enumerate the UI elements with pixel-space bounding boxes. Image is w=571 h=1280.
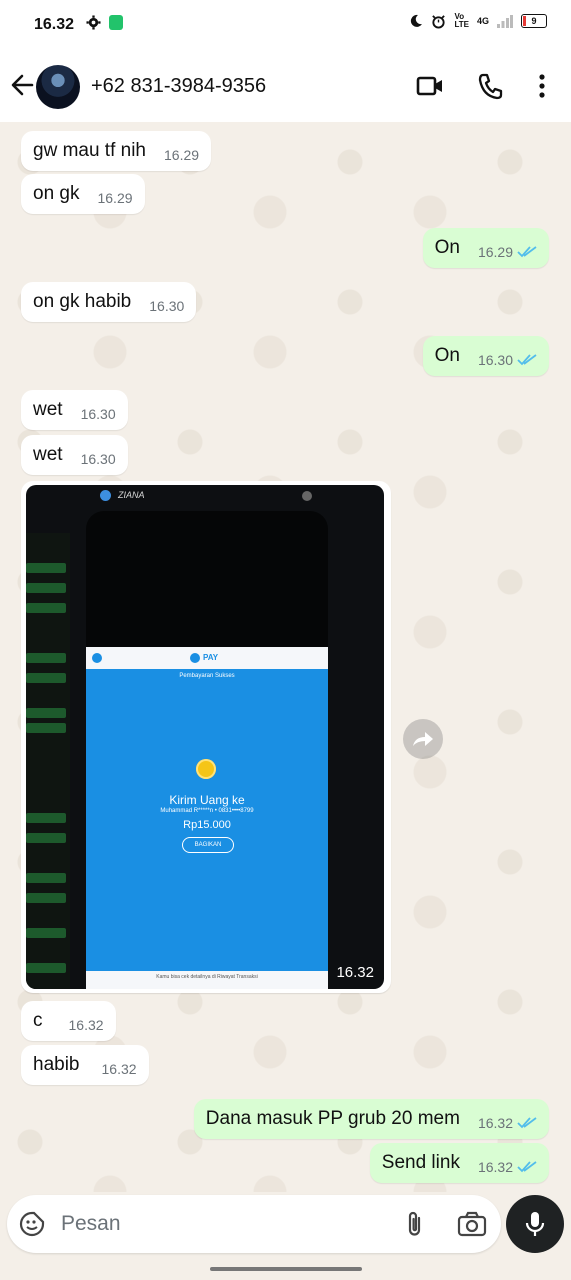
pay-logo-icon xyxy=(190,653,200,663)
back-arrow-icon[interactable] xyxy=(8,70,36,100)
camera-icon[interactable] xyxy=(457,1211,487,1237)
message-outgoing[interactable]: On 16.30 xyxy=(422,336,549,376)
image-attachment[interactable]: ZIANA PAY Pembayaran Sukses Kirim Uang k… xyxy=(26,485,384,989)
chat-header: +62 831-3984-9356 xyxy=(0,52,571,122)
image-time: 16.32 xyxy=(336,964,374,981)
inner-footer: Kamu bisa cek detailnya di Riwayat Trans… xyxy=(86,971,328,989)
message-text: habib xyxy=(33,1054,80,1075)
inner-amount: Rp15.000 xyxy=(183,819,231,831)
message-time: 16.30 xyxy=(80,406,116,422)
message-time: 16.32 xyxy=(477,1115,513,1131)
microphone-icon xyxy=(525,1212,545,1236)
message-time: 16.30 xyxy=(80,451,116,467)
coin-icon xyxy=(196,759,216,779)
message-text: gw mau tf nih xyxy=(33,140,146,161)
read-ticks-icon xyxy=(517,1117,537,1129)
avatar[interactable] xyxy=(36,65,80,109)
inner-chat-sidebar xyxy=(26,533,70,989)
message-text: on gk xyxy=(33,183,80,204)
read-ticks-icon xyxy=(517,354,537,366)
inner-share-button: BAGIKAN xyxy=(182,837,234,853)
attach-icon[interactable] xyxy=(405,1210,425,1238)
message-incoming[interactable]: wet 16.30 xyxy=(21,435,128,475)
message-text: c xyxy=(33,1010,43,1031)
status-time: 16.32 xyxy=(34,16,75,33)
inner-payment-card: PAY Pembayaran Sukses Kirim Uang ke Muha… xyxy=(86,647,328,989)
message-incoming[interactable]: on gk habib 16.30 xyxy=(21,282,197,322)
message-time: 16.32 xyxy=(477,1159,513,1175)
dana-logo-icon xyxy=(92,653,102,663)
image-message[interactable]: ZIANA PAY Pembayaran Sukses Kirim Uang k… xyxy=(21,481,391,993)
message-time: 16.30 xyxy=(149,298,185,314)
inner-recipient: Muhammad R*****n • 0831••••8799 xyxy=(160,808,254,814)
voice-record-button[interactable] xyxy=(506,1195,564,1253)
signal-icon xyxy=(497,15,513,28)
message-text: On xyxy=(434,237,460,258)
contact-name[interactable]: +62 831-3984-9356 xyxy=(91,75,266,98)
read-ticks-icon xyxy=(517,246,537,258)
message-outgoing[interactable]: Dana masuk PP grub 20 mem 16.32 xyxy=(193,1099,549,1139)
inner-status: Pembayaran Sukses xyxy=(179,673,235,679)
app-notification-icon xyxy=(109,15,123,30)
read-ticks-icon xyxy=(517,1161,537,1173)
message-text: Dana masuk PP grub 20 mem xyxy=(205,1108,460,1129)
forward-button[interactable] xyxy=(403,719,443,759)
message-time: 16.29 xyxy=(97,190,133,206)
message-time: 16.29 xyxy=(164,147,200,163)
message-time: 16.32 xyxy=(101,1061,137,1077)
battery-icon: 9 xyxy=(521,14,547,28)
message-time: 16.29 xyxy=(477,244,513,260)
moon-icon xyxy=(411,14,423,27)
video-call-icon[interactable] xyxy=(416,72,444,100)
message-text: wet xyxy=(33,444,63,465)
inner-brand: PAY xyxy=(203,653,219,662)
message-incoming[interactable]: habib 16.32 xyxy=(21,1045,149,1085)
message-incoming[interactable]: on gk 16.29 xyxy=(21,174,145,214)
app-logo-icon xyxy=(100,490,111,501)
status-bar: 16.32 Vo LTE 4G 9 xyxy=(0,0,571,52)
navigation-bar xyxy=(0,1256,571,1280)
message-outgoing[interactable]: Send link 16.32 xyxy=(369,1143,549,1183)
message-time: 16.32 xyxy=(68,1017,104,1033)
network-type: 4G xyxy=(476,16,489,26)
message-outgoing[interactable]: On 16.29 xyxy=(422,228,549,268)
forward-icon xyxy=(413,732,433,746)
message-incoming[interactable]: gw mau tf nih 16.29 xyxy=(21,131,212,171)
message-input[interactable]: Pesan xyxy=(61,1212,121,1236)
alarm-icon xyxy=(432,14,446,29)
phone-call-icon[interactable] xyxy=(477,72,503,100)
message-text: On xyxy=(434,345,460,366)
message-text: wet xyxy=(33,399,63,420)
gear-icon xyxy=(86,15,101,30)
message-incoming[interactable]: wet 16.30 xyxy=(21,390,128,430)
inner-close-icon xyxy=(302,491,312,501)
emoji-sticker-icon[interactable] xyxy=(19,1211,45,1237)
message-composer[interactable]: Pesan xyxy=(7,1195,501,1253)
battery-level: 9 xyxy=(531,16,537,26)
home-gesture-handle[interactable] xyxy=(210,1267,362,1271)
message-text: on gk habib xyxy=(33,291,132,312)
volte-icon: Vo LTE xyxy=(454,12,469,29)
inner-app-name: ZIANA xyxy=(118,490,145,500)
message-text: Send link xyxy=(381,1152,460,1173)
message-time: 16.30 xyxy=(477,352,513,368)
more-options-icon[interactable] xyxy=(538,72,546,100)
chat-area[interactable]: gw mau tf nih 16.29 on gk 16.29 On 16.29… xyxy=(0,122,571,1192)
inner-heading: Kirim Uang ke xyxy=(169,793,245,807)
message-incoming[interactable]: c 16.32 xyxy=(21,1001,116,1041)
